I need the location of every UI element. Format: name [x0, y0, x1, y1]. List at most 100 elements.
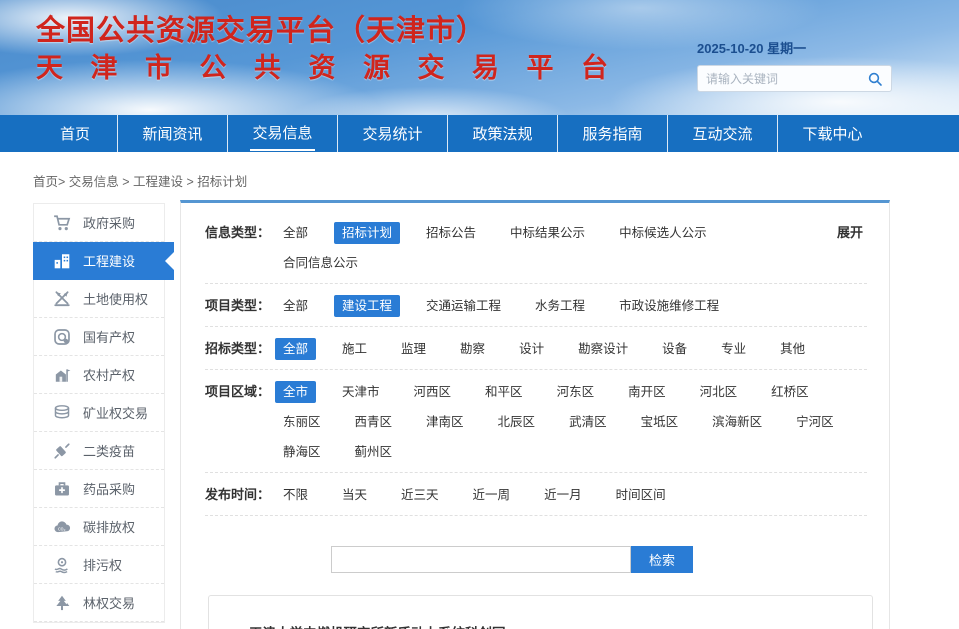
sidebar-label: 排污权 — [83, 555, 122, 574]
sidebar-label: 土地使用权 — [83, 289, 148, 308]
keyword-search-input[interactable] — [331, 546, 631, 573]
filter-option[interactable]: 津南区 — [418, 411, 472, 433]
filter-option[interactable]: 河北区 — [692, 381, 746, 403]
sidebar-label: 药品采购 — [83, 479, 135, 498]
nav-item-downloads[interactable]: 下载中心 — [777, 115, 887, 152]
nav-item-trade-stats[interactable]: 交易统计 — [337, 115, 447, 152]
filter-option[interactable]: 蓟州区 — [347, 441, 401, 463]
filter-option[interactable]: 天津市 — [334, 381, 388, 403]
filter-option[interactable]: 当天 — [334, 484, 375, 506]
filter-label: 项目类型： — [205, 295, 275, 317]
filter-option[interactable]: 宁河区 — [788, 411, 842, 433]
category-sidebar: 政府采购 工程建设 土地使用权 国有产权 农村产权 矿业权交易 — [33, 203, 165, 623]
filter-options: 全部施工监理勘察设计勘察设计设备专业其他 — [275, 338, 867, 360]
nav-item-news[interactable]: 新闻资讯 — [117, 115, 227, 152]
filter-option[interactable]: 勘察设计 — [570, 338, 636, 360]
filter-option[interactable]: 时间区间 — [608, 484, 674, 506]
nav-item-trade-info[interactable]: 交易信息 — [227, 115, 337, 152]
sidebar-item-drug-procurement[interactable]: 药品采购 — [34, 470, 164, 508]
filter-option[interactable]: 近一周 — [465, 484, 519, 506]
filter-option[interactable]: 和平区 — [477, 381, 531, 403]
filter-option[interactable]: 招标公告 — [418, 222, 484, 244]
filter-option[interactable]: 近一月 — [536, 484, 590, 506]
filter-option[interactable]: 滨海新区 — [704, 411, 770, 433]
nav-label: 交易统计 — [360, 117, 424, 150]
filter-option[interactable]: 中标结果公示 — [502, 222, 593, 244]
filter-option[interactable]: 武清区 — [561, 411, 615, 433]
filter-option[interactable]: 不限 — [275, 484, 316, 506]
filter-option[interactable]: 设计 — [511, 338, 552, 360]
filter-option[interactable]: 建设工程 — [334, 295, 400, 317]
filter-option[interactable]: 招标计划 — [334, 222, 400, 244]
result-title-row[interactable]: 天津大学内燃机研究所新质动力系统科创园 — [233, 622, 848, 629]
sidebar-item-engineering-construction[interactable]: 工程建设 — [33, 242, 174, 280]
nav-item-home[interactable]: 首页 — [33, 115, 117, 152]
sidebar-label: 农村产权 — [83, 365, 135, 384]
filter-option[interactable]: 中标候选人公示 — [611, 222, 715, 244]
filter-option[interactable]: 市政设施维修工程 — [611, 295, 727, 317]
filter-option[interactable]: 南开区 — [620, 381, 674, 403]
filter-row-bid-type: 招标类型： 全部施工监理勘察设计勘察设计设备专业其他 — [205, 327, 867, 370]
nav-item-service-guide[interactable]: 服务指南 — [557, 115, 667, 152]
filter-option[interactable]: 专业 — [713, 338, 754, 360]
nav-item-policies[interactable]: 政策法规 — [447, 115, 557, 152]
sidebar-item-rural-property[interactable]: 农村产权 — [34, 356, 164, 394]
filter-area: 信息类型： 全部招标计划招标公告中标结果公示中标候选人公示合同信息公示 展开 项… — [181, 203, 889, 516]
filter-option[interactable]: 其他 — [772, 338, 813, 360]
filter-option[interactable]: 水务工程 — [527, 295, 593, 317]
header-search-box[interactable] — [697, 65, 892, 92]
sidebar-item-mining-rights[interactable]: 矿业权交易 — [34, 394, 164, 432]
main-nav: 首页 新闻资讯 交易信息 交易统计 政策法规 服务指南 互动交流 下载中心 — [0, 115, 959, 152]
sidebar-item-forest-rights[interactable]: 林权交易 — [34, 584, 164, 622]
filter-option[interactable]: 近三天 — [393, 484, 447, 506]
filter-option[interactable]: 全市 — [275, 381, 316, 403]
filter-option[interactable]: 静海区 — [275, 441, 329, 463]
filter-option[interactable]: 设备 — [654, 338, 695, 360]
sidebar-item-government-procurement[interactable]: 政府采购 — [34, 204, 164, 242]
filter-option[interactable]: 全部 — [275, 295, 316, 317]
expand-button[interactable]: 展开 — [837, 222, 867, 244]
header-right: 2025-10-20 星期一 — [697, 38, 892, 92]
sidebar-item-class2-vaccine[interactable]: 二类疫苗 — [34, 432, 164, 470]
filter-option[interactable]: 红桥区 — [763, 381, 817, 403]
filter-options: 不限当天近三天近一周近一月时间区间 — [275, 484, 867, 506]
filter-option[interactable]: 合同信息公示 — [275, 252, 366, 274]
seal-icon — [53, 328, 71, 346]
filter-option[interactable]: 河东区 — [549, 381, 603, 403]
header-search-input[interactable] — [706, 72, 867, 86]
result-item[interactable]: 天津大学内燃机研究所新质动力系统科创园 2025-10-17 — [233, 608, 848, 629]
search-icon[interactable] — [867, 71, 883, 87]
filter-option[interactable]: 全部 — [275, 222, 316, 244]
result-title[interactable]: 天津大学内燃机研究所新质动力系统科创园 — [249, 622, 506, 629]
filter-option[interactable]: 监理 — [393, 338, 434, 360]
farmhouse-icon — [53, 366, 71, 384]
cart-icon — [53, 214, 71, 232]
site-titles: 全国公共资源交易平台（天津市） 天 津 市 公 共 资 源 交 易 平 台 — [36, 12, 618, 86]
sidebar-item-pollution-discharge[interactable]: 排污权 — [34, 546, 164, 584]
filter-option[interactable]: 宝坻区 — [633, 411, 687, 433]
sidebar-item-land-use-rights[interactable]: 土地使用权 — [34, 280, 164, 318]
filter-option[interactable]: 勘察 — [452, 338, 493, 360]
filter-option[interactable]: 东丽区 — [275, 411, 329, 433]
filter-options: 全市天津市河西区和平区河东区南开区河北区红桥区东丽区西青区津南区北辰区武清区宝坻… — [275, 381, 867, 463]
filter-label: 招标类型： — [205, 338, 275, 360]
nav-item-interaction[interactable]: 互动交流 — [667, 115, 777, 152]
filter-option[interactable]: 河西区 — [406, 381, 460, 403]
site-title-national: 全国公共资源交易平台（天津市） — [36, 12, 618, 50]
syringe-icon — [53, 442, 71, 460]
nav-label: 新闻资讯 — [140, 117, 204, 150]
filter-option[interactable]: 全部 — [275, 338, 316, 360]
filter-option[interactable]: 北辰区 — [490, 411, 544, 433]
filter-option[interactable]: 交通运输工程 — [418, 295, 509, 317]
search-submit-button[interactable]: 检索 — [631, 546, 693, 573]
filter-option[interactable]: 西青区 — [347, 411, 401, 433]
co2-cloud-icon: co₂ — [53, 518, 71, 536]
sidebar-item-carbon-emission[interactable]: co₂ 碳排放权 — [34, 508, 164, 546]
filter-option[interactable]: 施工 — [334, 338, 375, 360]
tree-icon — [53, 594, 71, 612]
nav-label: 互动交流 — [690, 117, 754, 150]
svg-text:co₂: co₂ — [58, 526, 65, 532]
filter-options: 全部招标计划招标公告中标结果公示中标候选人公示合同信息公示 — [275, 222, 837, 274]
sidebar-item-state-owned-property[interactable]: 国有产权 — [34, 318, 164, 356]
coins-icon — [53, 404, 71, 422]
